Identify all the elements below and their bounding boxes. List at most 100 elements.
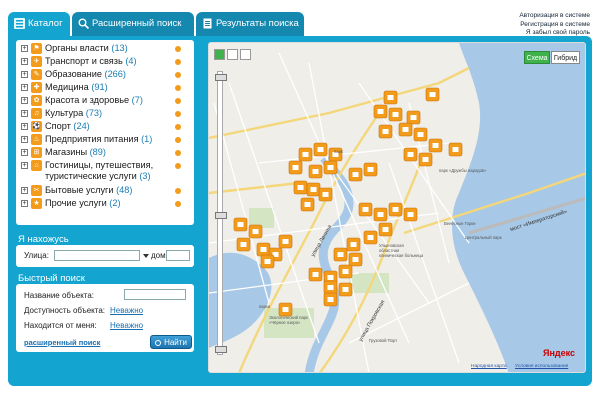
search-settings-icon bbox=[78, 18, 89, 29]
map-marker-glyph bbox=[310, 187, 317, 192]
map-marker-glyph bbox=[352, 172, 359, 177]
marker-toggle-icon[interactable] bbox=[175, 98, 181, 104]
expand-icon[interactable]: + bbox=[21, 149, 28, 156]
map-footer-link-left[interactable]: Народная карта bbox=[471, 364, 507, 369]
catalog-item-count: (4) bbox=[125, 56, 137, 66]
expand-icon[interactable]: + bbox=[21, 200, 28, 207]
map[interactable]: Схема Гибрид мост «Императорский» улица … bbox=[208, 42, 586, 373]
map-marker-glyph bbox=[327, 285, 334, 290]
catalog-item[interactable]: + ⌂ Гостиницы, путешествия, туристические … bbox=[19, 159, 191, 184]
catalog-item[interactable]: + ✈ Транспорт и связь (4) bbox=[19, 55, 191, 68]
category-icon: ⚑ bbox=[31, 43, 42, 54]
tab-catalog-label: Каталог bbox=[28, 18, 63, 29]
catalog-item-text: Предприятия питания (1) bbox=[45, 133, 175, 146]
marker-toggle-icon[interactable] bbox=[175, 59, 181, 65]
register-link[interactable]: Регистрация в системе bbox=[519, 21, 590, 30]
marker-toggle-icon[interactable] bbox=[175, 188, 181, 194]
auth-links: Авторизация в системе Регистрация в сист… bbox=[519, 12, 590, 38]
map-footer-link-right[interactable]: Условия использования bbox=[515, 364, 568, 369]
category-icon: ✂ bbox=[31, 185, 42, 196]
scheme-button[interactable]: Схема bbox=[524, 51, 550, 64]
expand-icon[interactable]: + bbox=[21, 162, 28, 169]
availability-select[interactable]: Неважно bbox=[110, 306, 143, 315]
tab-advanced-search[interactable]: Расширенный поиск bbox=[72, 12, 194, 36]
login-link[interactable]: Авторизация в системе bbox=[519, 12, 590, 21]
zoom-slider[interactable] bbox=[215, 71, 227, 355]
advanced-search-link[interactable]: расширенный поиск bbox=[24, 338, 100, 347]
marker-toggle-icon[interactable] bbox=[175, 46, 181, 52]
catalog-item[interactable]: + ⚑ Органы власти (13) bbox=[19, 42, 191, 55]
catalog-item-count: (3) bbox=[139, 171, 151, 181]
marker-toggle-icon[interactable] bbox=[175, 137, 181, 143]
map-marker-glyph bbox=[432, 143, 439, 148]
map-label-hospital: Ульяновская областная клиническая больни… bbox=[379, 243, 424, 258]
distance-select[interactable]: Неважно bbox=[110, 321, 143, 330]
tab-catalog[interactable]: Каталог bbox=[8, 12, 70, 36]
street-input[interactable] bbox=[54, 250, 140, 261]
expand-icon[interactable]: + bbox=[21, 84, 28, 91]
marker-toggle-icon[interactable] bbox=[175, 201, 181, 207]
search-icon bbox=[155, 340, 162, 346]
catalog-item[interactable]: + ★ Прочие услуги (2) bbox=[19, 197, 191, 210]
expand-icon[interactable]: + bbox=[21, 97, 28, 104]
catalog-item[interactable]: + ✿ Красота и здоровье (7) bbox=[19, 94, 191, 107]
catalog-item[interactable]: + ✂ Бытовые услуги (48) bbox=[19, 184, 191, 197]
zoom-out-icon[interactable] bbox=[215, 346, 227, 353]
zoom-slider-handle[interactable] bbox=[215, 212, 227, 219]
catalog-item[interactable]: + ♨ Предприятия питания (1) bbox=[19, 133, 191, 146]
map-canvas[interactable] bbox=[209, 43, 586, 373]
map-marker-glyph bbox=[304, 202, 311, 207]
map-marker-glyph bbox=[342, 269, 349, 274]
marker-toggle-icon[interactable] bbox=[175, 111, 181, 117]
object-name-input[interactable] bbox=[124, 289, 186, 300]
map-label-ecopark: Экологический парк «Чёрное озеро» bbox=[269, 315, 308, 325]
catalog-item[interactable]: + ♫ Культура (73) bbox=[19, 107, 191, 120]
marker-toggle-icon[interactable] bbox=[175, 124, 181, 130]
marker-toggle-icon[interactable] bbox=[175, 163, 181, 169]
map-marker-glyph bbox=[350, 242, 357, 247]
category-icon: ★ bbox=[31, 198, 42, 209]
map-marker-glyph bbox=[452, 147, 459, 152]
marker-toggle-icon[interactable] bbox=[175, 150, 181, 156]
catalog-item-count: (91) bbox=[91, 82, 108, 92]
catalog-item[interactable]: + ✎ Образование (266) bbox=[19, 68, 191, 81]
catalog-item-label: Органы власти bbox=[45, 43, 109, 53]
catalog-item-text: Медицина (91) bbox=[45, 81, 175, 94]
ruler-icon[interactable] bbox=[240, 49, 251, 60]
tab-search-results[interactable]: Результаты поиска bbox=[196, 12, 304, 36]
marker-toggle-icon[interactable] bbox=[175, 72, 181, 78]
hybrid-button[interactable]: Гибрид bbox=[551, 51, 580, 64]
chevron-down-icon[interactable] bbox=[143, 254, 149, 258]
category-icon: ♫ bbox=[31, 108, 42, 119]
catalog-item-text: Образование (266) bbox=[45, 68, 175, 81]
map-marker-glyph bbox=[312, 169, 319, 174]
hand-tool-icon[interactable] bbox=[214, 49, 225, 60]
find-button[interactable]: Найти bbox=[150, 335, 192, 349]
catalog-item-count: (48) bbox=[116, 185, 133, 195]
map-marker-glyph bbox=[292, 165, 299, 170]
zoom-in-icon[interactable] bbox=[215, 74, 227, 81]
expand-icon[interactable]: + bbox=[21, 110, 28, 117]
map-label-central: Центральный парк bbox=[465, 235, 502, 240]
expand-icon[interactable]: + bbox=[21, 71, 28, 78]
yandex-logo: Яндекс bbox=[542, 348, 575, 358]
category-icon: ✈ bbox=[31, 56, 42, 67]
zoom-box-icon[interactable] bbox=[227, 49, 238, 60]
map-marker-glyph bbox=[417, 132, 424, 137]
catalog-item-label: Магазины bbox=[45, 147, 88, 157]
category-icon: ⊞ bbox=[31, 147, 42, 158]
marker-toggle-icon[interactable] bbox=[175, 85, 181, 91]
expand-icon[interactable]: + bbox=[21, 45, 28, 52]
house-input[interactable] bbox=[166, 250, 190, 261]
expand-icon[interactable]: + bbox=[21, 187, 28, 194]
catalog-item-text: Органы власти (13) bbox=[45, 42, 175, 55]
map-marker-glyph bbox=[387, 95, 394, 100]
catalog-item-label: Бытовые услуги bbox=[45, 185, 114, 195]
catalog-item[interactable]: + ✚ Медицина (91) bbox=[19, 81, 191, 94]
catalog-item[interactable]: + ⊞ Магазины (89) bbox=[19, 146, 191, 159]
expand-icon[interactable]: + bbox=[21, 58, 28, 65]
catalog-item[interactable]: + ⚽ Спорт (24) bbox=[19, 120, 191, 133]
expand-icon[interactable]: + bbox=[21, 123, 28, 130]
expand-icon[interactable]: + bbox=[21, 136, 28, 143]
map-marker-glyph bbox=[429, 92, 436, 97]
